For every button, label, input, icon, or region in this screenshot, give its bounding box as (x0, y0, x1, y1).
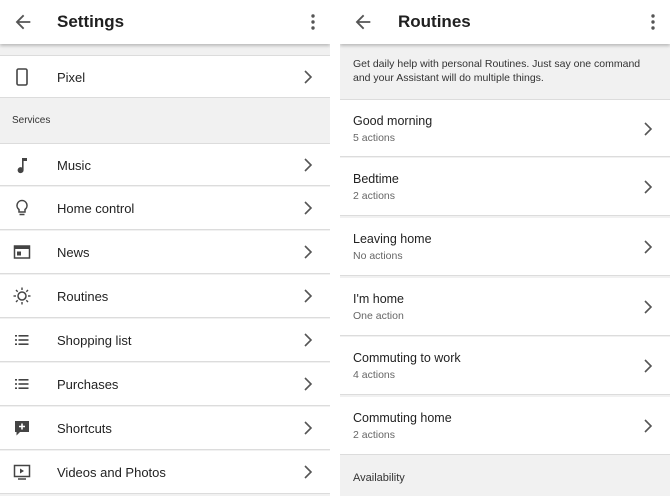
settings-item-label: Shortcuts (57, 421, 112, 436)
routine-name: Commuting to work (353, 351, 461, 365)
routines-app-bar: Routines (340, 0, 670, 44)
back-arrow-icon[interactable] (352, 11, 374, 33)
back-arrow-icon[interactable] (12, 11, 34, 33)
chevron-right-icon (644, 180, 653, 194)
chevron-right-icon (644, 240, 653, 254)
settings-item-label: Purchases (57, 377, 119, 392)
news-icon (13, 245, 31, 259)
chevron-right-icon (304, 465, 313, 479)
routines-sun-icon (13, 287, 31, 305)
settings-item-label: Routines (57, 289, 109, 304)
settings-item-news[interactable]: News (0, 231, 330, 274)
chevron-right-icon (304, 70, 313, 84)
settings-item-label: Shopping list (57, 333, 132, 348)
routine-name: I'm home (353, 292, 405, 306)
list-icon (15, 379, 29, 389)
list-icon (15, 335, 29, 345)
settings-item-purchases[interactable]: Purchases (0, 363, 330, 406)
routine-im-home[interactable]: I'm home One action (340, 278, 670, 336)
routine-action-count: 5 actions (353, 132, 396, 144)
settings-item-label: Music (57, 158, 91, 173)
routines-description: Get daily help with personal Routines. J… (340, 48, 670, 96)
chevron-right-icon (304, 158, 313, 172)
more-vert-icon[interactable] (646, 10, 660, 34)
shortcut-icon (15, 421, 29, 436)
routine-name: Bedtime (353, 172, 399, 186)
lightbulb-icon (16, 199, 28, 216)
routine-leaving-home[interactable]: Leaving home No actions (340, 218, 670, 276)
phone-icon (16, 68, 28, 86)
routine-action-count: 2 actions (353, 190, 396, 202)
services-section-header: Services (0, 99, 330, 143)
more-vert-icon[interactable] (306, 10, 320, 34)
chevron-right-icon (644, 122, 653, 136)
settings-item-shopping-list[interactable]: Shopping list (0, 319, 330, 362)
routine-action-count: 4 actions (353, 369, 396, 381)
chevron-right-icon (644, 419, 653, 433)
settings-item-label: News (57, 245, 90, 260)
music-note-icon (17, 158, 27, 174)
section-label: Services (12, 115, 51, 126)
video-icon (13, 464, 31, 480)
routine-commuting-home[interactable]: Commuting home 2 actions (340, 397, 670, 455)
description-text: Get daily help with personal Routines. J… (353, 58, 641, 84)
routine-action-count: 2 actions (353, 429, 396, 441)
chevron-right-icon (304, 377, 313, 391)
settings-item-label: Pixel (57, 70, 86, 85)
chevron-right-icon (644, 300, 653, 314)
routine-name: Leaving home (353, 232, 432, 246)
page-title: Routines (398, 12, 471, 31)
routine-name: Good morning (353, 114, 433, 128)
routine-name: Commuting home (353, 411, 452, 425)
chevron-right-icon (304, 333, 313, 347)
settings-item-shortcuts[interactable]: Shortcuts (0, 407, 330, 450)
availability-section-header: Availability (340, 456, 670, 496)
routine-action-count: One action (353, 310, 404, 322)
routine-bedtime[interactable]: Bedtime 2 actions (340, 158, 670, 216)
routine-good-morning[interactable]: Good morning 5 actions (340, 99, 670, 157)
routine-commuting-to-work[interactable]: Commuting to work 4 actions (340, 337, 670, 395)
routine-action-count: No actions (353, 250, 403, 262)
settings-item-videos-photos[interactable]: Videos and Photos (0, 451, 330, 494)
routines-panel: Routines Get daily help with personal Ro… (340, 0, 670, 496)
page-title: Settings (57, 12, 125, 31)
settings-item-label: Home control (57, 201, 135, 216)
chevron-right-icon (304, 245, 313, 259)
chevron-right-icon (304, 289, 313, 303)
chevron-right-icon (644, 359, 653, 373)
settings-panel: Settings Pixel Services Music Home contr… (0, 0, 330, 496)
settings-item-label: Videos and Photos (57, 465, 166, 480)
settings-app-bar: Settings (0, 0, 330, 44)
settings-item-music[interactable]: Music (0, 143, 330, 186)
chevron-right-icon (304, 201, 313, 215)
settings-item-routines[interactable]: Routines (0, 275, 330, 318)
settings-item-pixel[interactable]: Pixel (0, 55, 330, 98)
section-label: Availability (353, 472, 405, 484)
settings-item-home-control[interactable]: Home control (0, 187, 330, 230)
chevron-right-icon (304, 421, 313, 435)
